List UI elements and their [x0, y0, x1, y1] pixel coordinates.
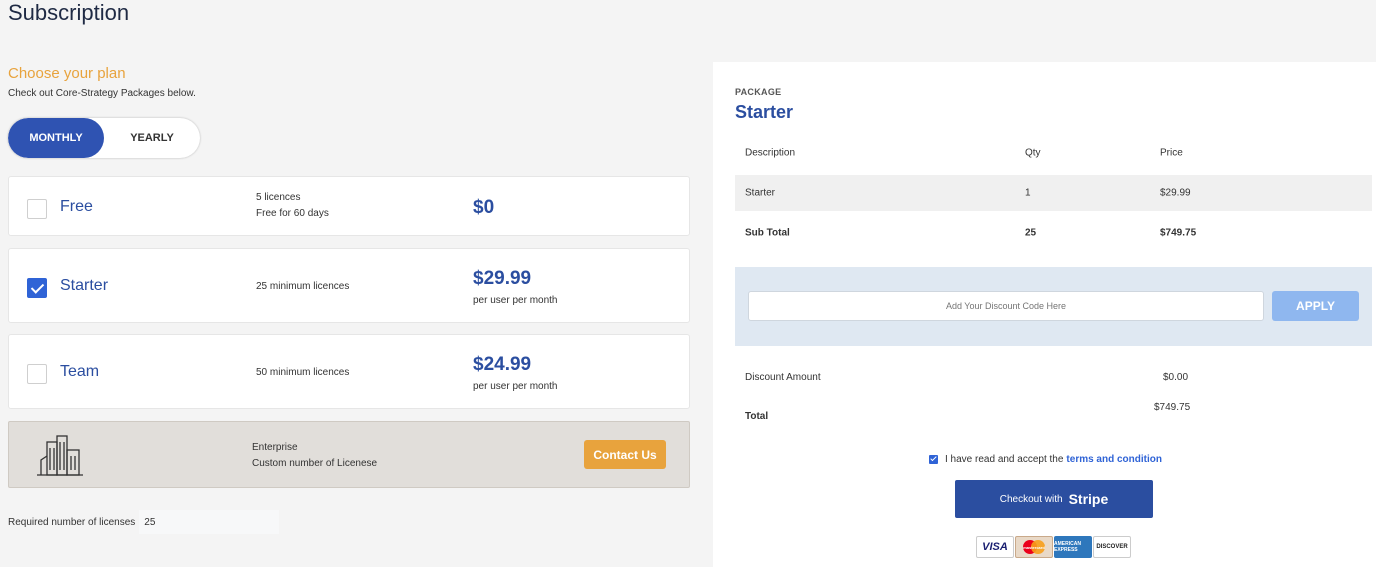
plan-checkbox-team[interactable] [27, 364, 47, 384]
choose-plan-heading: Choose your plan [8, 65, 126, 82]
required-licenses-input[interactable] [139, 510, 280, 534]
column-header: Qty [1025, 147, 1041, 159]
billing-toggle: MONTHLY YEARLY [8, 118, 200, 158]
subtotal-row: Sub Total 25 $749.75 [735, 215, 1372, 251]
subtotal-label: Sub Total [745, 227, 790, 239]
plan-price: $29.99 [473, 268, 532, 289]
plans-section: Choose your plan Check out Core-Strategy… [8, 62, 690, 534]
plan-price: $24.99 [473, 354, 532, 375]
plan-desc-line: Free for 60 days [256, 208, 329, 219]
plan-description: 50 minimum licences [256, 365, 349, 381]
stripe-logo: Stripe [1068, 491, 1109, 507]
total-value: $749.75 [1154, 402, 1191, 413]
plan-price-period: per user per month [473, 381, 558, 392]
column-header: Description [745, 147, 796, 159]
plan-desc-line: 50 minimum licences [256, 367, 350, 378]
plan-price: $0 [473, 197, 495, 218]
terms-link[interactable]: terms and condition [1066, 454, 1162, 465]
plan-description: 25 minimum licences [256, 279, 349, 295]
yearly-toggle-button[interactable]: YEARLY [104, 118, 200, 158]
plan-card-team[interactable]: Team 50 minimum licences $24.99 per user… [8, 334, 690, 409]
terms-checkbox[interactable] [929, 455, 938, 464]
table-header-row: Description Qty Price [735, 135, 1372, 171]
plan-name: Free [60, 198, 93, 215]
discover-icon: DISCOVER [1093, 536, 1131, 558]
table-cell: $29.99 [1160, 187, 1191, 199]
enterprise-desc: Custom number of Licenese [252, 458, 378, 469]
total-label: Total [745, 411, 769, 422]
column-header: Price [1160, 147, 1183, 159]
discount-amount-label: Discount Amount [745, 372, 821, 383]
required-licenses-label: Required number of licenses [8, 516, 136, 528]
discount-amount-value: $0.00 [1163, 372, 1189, 383]
plan-checkbox-starter[interactable] [27, 278, 47, 298]
visa-icon: VISA [976, 536, 1014, 558]
choose-plan-subheading: Check out Core-Strategy Packages below. [8, 88, 196, 99]
plan-price-period: per user per month [473, 295, 558, 306]
apply-button[interactable]: APPLY [1272, 291, 1359, 321]
plan-name: Team [60, 363, 100, 380]
monthly-toggle-button[interactable]: MONTHLY [8, 118, 104, 158]
discount-code-input[interactable] [748, 291, 1264, 321]
table-cell: 1 [1025, 187, 1031, 199]
contact-us-button[interactable]: Contact Us [584, 440, 666, 469]
discount-box: APPLY [735, 267, 1372, 346]
plan-description: 5 licences Free for 60 days [256, 190, 329, 222]
plan-desc-line: 25 minimum licences [256, 281, 350, 292]
mastercard-text: mastercard [1023, 545, 1045, 550]
enterprise-card: Enterprise Custom number of Licenese Con… [8, 421, 690, 488]
subtotal-qty: 25 [1025, 227, 1037, 239]
plan-card-starter[interactable]: Starter 25 minimum licences $29.99 per u… [8, 248, 690, 323]
required-licenses: Required number of licenses [8, 510, 280, 534]
checkout-prefix: Checkout with [999, 493, 1063, 505]
plan-desc-line: 5 licences [256, 192, 301, 203]
plan-card-free[interactable]: Free 5 licences Free for 60 days $0 [8, 176, 690, 236]
table-row: Starter 1 $29.99 [735, 175, 1372, 211]
package-label: PACKAGE [735, 87, 782, 97]
amex-icon: AMERICAN EXPRESS [1054, 536, 1092, 558]
mastercard-icon: mastercard [1015, 536, 1053, 558]
table-cell: Starter [745, 187, 776, 199]
order-summary-panel: PACKAGE Starter Description Qty Price St… [713, 62, 1376, 567]
payment-cards: VISA mastercard AMERICAN EXPRESS DISCOVE… [976, 536, 1131, 558]
plan-name: Starter [60, 277, 109, 294]
subtotal-price: $749.75 [1160, 227, 1197, 239]
terms-text: I have read and accept the [945, 454, 1064, 465]
terms-accept: I have read and accept the terms and con… [929, 454, 1162, 465]
buildings-icon [37, 434, 85, 481]
package-name: Starter [735, 102, 794, 122]
enterprise-text: Enterprise Custom number of Licenese [252, 440, 377, 472]
checkout-stripe-button[interactable]: Checkout with Stripe [955, 480, 1153, 518]
plan-checkbox-free[interactable] [27, 199, 47, 219]
enterprise-title: Enterprise [252, 442, 298, 453]
page-title: Subscription [8, 0, 130, 25]
